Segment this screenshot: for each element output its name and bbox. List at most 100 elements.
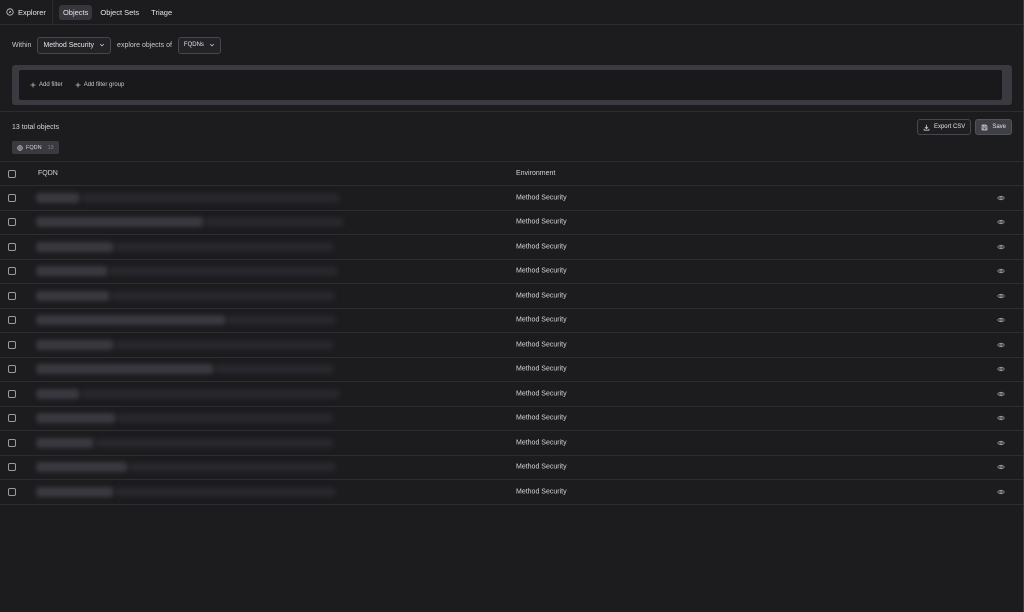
top-nav: Explorer Objects Object Sets Triage bbox=[0, 0, 1024, 25]
table-row[interactable]: Method Security bbox=[0, 235, 1024, 260]
environment-cell: Method Security bbox=[516, 194, 567, 202]
results-actions: Export CSV Save bbox=[916, 119, 1012, 135]
environment-cell: Method Security bbox=[516, 341, 567, 349]
environment-cell: Method Security bbox=[516, 390, 567, 398]
environment-cell: Method Security bbox=[516, 463, 567, 471]
table-row[interactable]: Method Security bbox=[0, 358, 1024, 382]
fqdn-cell-redacted-tail bbox=[204, 218, 344, 227]
table-row[interactable]: Method Security bbox=[0, 333, 1024, 358]
fqdn-cell-redacted[interactable] bbox=[36, 413, 116, 424]
row-checkbox[interactable] bbox=[8, 438, 16, 447]
table-row[interactable]: Method Security bbox=[0, 284, 1024, 309]
environment-cell: Method Security bbox=[516, 414, 567, 422]
fqdn-cell-redacted[interactable] bbox=[36, 192, 80, 203]
row-checkbox[interactable] bbox=[8, 487, 16, 496]
add-filter-group-button[interactable]: Add filter group bbox=[75, 82, 125, 88]
environment-cell: Method Security bbox=[516, 243, 567, 251]
eye-icon[interactable] bbox=[997, 194, 1005, 202]
fqdn-cell-redacted[interactable] bbox=[36, 241, 114, 252]
eye-icon[interactable] bbox=[997, 243, 1005, 251]
table-row[interactable]: Method Security bbox=[0, 309, 1024, 333]
eye-icon[interactable] bbox=[997, 414, 1005, 422]
filter-panel: Add filter Add filter group bbox=[12, 65, 1012, 105]
fqdn-cell-redacted-tail bbox=[214, 365, 334, 374]
save-button[interactable]: Save bbox=[975, 119, 1012, 135]
chevron-down-icon bbox=[99, 43, 105, 47]
fqdn-cell-redacted-tail bbox=[108, 267, 338, 276]
row-checkbox[interactable] bbox=[8, 340, 16, 349]
fqdn-cell-redacted[interactable] bbox=[36, 266, 108, 277]
object-type-chip[interactable]: FQDN 13 bbox=[12, 141, 59, 154]
fqdn-cell-redacted-tail bbox=[226, 316, 336, 325]
tab-object-sets[interactable]: Object Sets bbox=[96, 5, 143, 20]
row-checkbox[interactable] bbox=[8, 291, 16, 300]
table-row[interactable]: Method Security bbox=[0, 382, 1024, 407]
fqdn-cell-redacted[interactable] bbox=[36, 339, 114, 350]
chip-label: FQDN bbox=[26, 144, 42, 151]
fqdn-cell-redacted[interactable] bbox=[36, 437, 94, 448]
column-header-fqdn[interactable]: FQDN bbox=[38, 170, 58, 177]
table-header: FQDN Environment bbox=[0, 161, 1024, 186]
fqdn-cell-redacted[interactable] bbox=[36, 315, 226, 326]
table-row[interactable]: Method Security bbox=[0, 407, 1024, 431]
results-summary: 13 total objects Export CSV Save bbox=[0, 118, 1024, 136]
row-checkbox[interactable] bbox=[8, 218, 16, 227]
export-csv-button[interactable]: Export CSV bbox=[916, 119, 972, 135]
eye-icon[interactable] bbox=[997, 218, 1005, 226]
section-divider bbox=[0, 111, 1024, 112]
table-row[interactable]: Method Security bbox=[0, 480, 1024, 505]
table-row[interactable]: Method Security bbox=[0, 431, 1024, 456]
table-row[interactable]: Method Security bbox=[0, 260, 1024, 284]
eye-icon[interactable] bbox=[997, 488, 1005, 496]
row-checkbox[interactable] bbox=[8, 414, 16, 423]
globe-icon bbox=[17, 144, 23, 151]
row-checkbox[interactable] bbox=[8, 267, 16, 276]
object-type-select[interactable]: FQDNs bbox=[177, 36, 221, 54]
add-filter-group-label: Add filter group bbox=[83, 82, 125, 88]
within-label: Within bbox=[12, 41, 32, 49]
environment-select[interactable]: Method Security bbox=[37, 36, 112, 54]
eye-icon[interactable] bbox=[997, 463, 1005, 471]
plus-icon bbox=[30, 82, 36, 88]
row-checkbox[interactable] bbox=[8, 365, 16, 374]
add-filter-button[interactable]: Add filter bbox=[30, 82, 63, 88]
fqdn-cell-redacted[interactable] bbox=[36, 388, 80, 399]
fqdn-cell-redacted-tail bbox=[116, 414, 334, 423]
row-checkbox[interactable] bbox=[8, 316, 16, 325]
row-checkbox[interactable] bbox=[8, 193, 16, 202]
fqdn-cell-redacted[interactable] bbox=[36, 290, 110, 301]
fqdn-cell-redacted[interactable] bbox=[36, 217, 204, 228]
table-body: Method Security Method Security Method Sec… bbox=[0, 186, 1024, 505]
environment-cell: Method Security bbox=[516, 292, 567, 300]
fqdn-cell-redacted[interactable] bbox=[36, 364, 214, 375]
download-icon bbox=[923, 124, 930, 131]
environment-cell: Method Security bbox=[516, 218, 567, 226]
select-all-checkbox[interactable] bbox=[8, 169, 16, 178]
fqdn-cell-redacted[interactable] bbox=[36, 462, 128, 473]
eye-icon[interactable] bbox=[997, 267, 1005, 275]
fqdn-cell-redacted-tail bbox=[94, 438, 334, 447]
fqdn-cell-redacted-tail bbox=[114, 242, 334, 251]
tab-objects[interactable]: Objects bbox=[58, 4, 93, 20]
environment-cell: Method Security bbox=[516, 267, 567, 275]
query-row: Within Method Security explore objects o… bbox=[0, 25, 1024, 65]
row-checkbox[interactable] bbox=[8, 389, 16, 398]
explorer-brand[interactable]: Explorer bbox=[6, 0, 53, 24]
row-checkbox[interactable] bbox=[8, 463, 16, 472]
table-row[interactable]: Method Security bbox=[0, 211, 1024, 235]
eye-icon[interactable] bbox=[997, 365, 1005, 373]
nav-tabs: Objects Object Sets Triage bbox=[53, 4, 176, 20]
tab-triage[interactable]: Triage bbox=[147, 5, 176, 20]
table-row[interactable]: Method Security bbox=[0, 456, 1024, 480]
environment-cell: Method Security bbox=[516, 365, 567, 373]
table-row[interactable]: Method Security bbox=[0, 186, 1024, 211]
fqdn-cell-redacted[interactable] bbox=[36, 486, 114, 497]
fqdn-cell-redacted-tail bbox=[128, 463, 336, 472]
column-header-environment[interactable]: Environment bbox=[516, 170, 555, 177]
row-checkbox[interactable] bbox=[8, 242, 16, 251]
eye-icon[interactable] bbox=[997, 341, 1005, 349]
eye-icon[interactable] bbox=[997, 390, 1005, 398]
eye-icon[interactable] bbox=[997, 439, 1005, 447]
eye-icon[interactable] bbox=[997, 292, 1005, 300]
eye-icon[interactable] bbox=[997, 316, 1005, 324]
